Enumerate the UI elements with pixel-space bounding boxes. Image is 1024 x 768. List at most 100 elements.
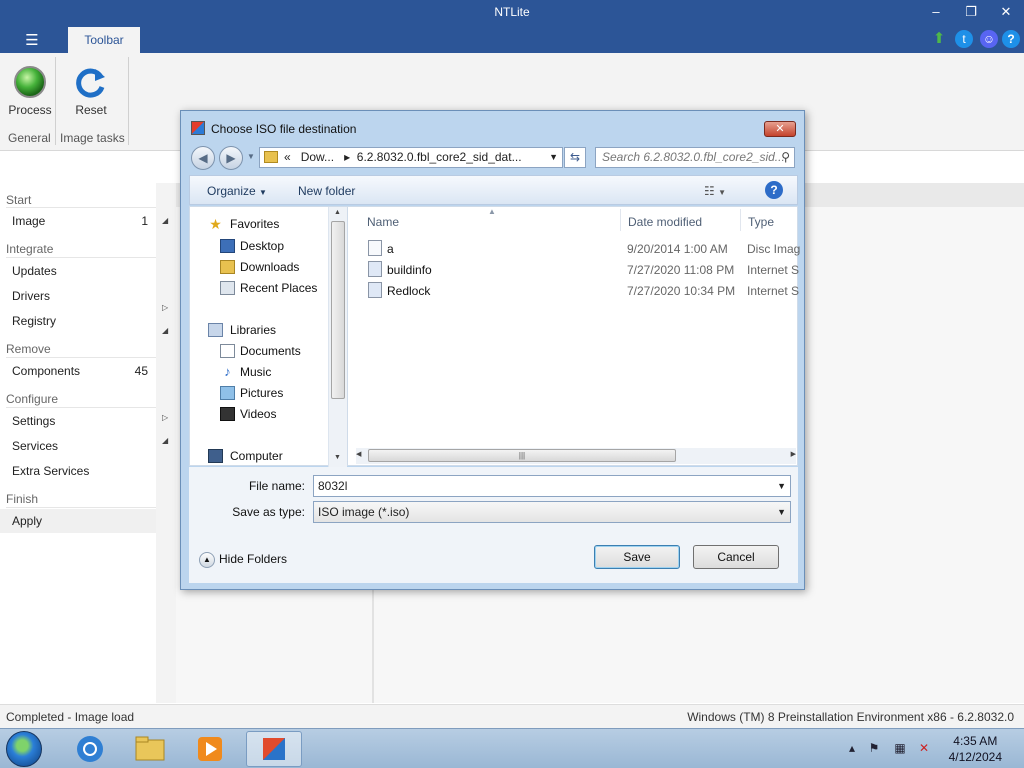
breadcrumb-overflow[interactable]: « bbox=[284, 150, 291, 164]
file-name-input[interactable]: 8032l ▼ bbox=[313, 475, 791, 497]
volume-muted-icon[interactable]: ✕ bbox=[916, 741, 932, 757]
minimize-button[interactable]: – bbox=[921, 2, 951, 22]
start-button[interactable] bbox=[6, 731, 42, 767]
image-info-text: Windows (TM) 8 Preinstallation Environme… bbox=[687, 710, 1014, 724]
process-button[interactable]: Process bbox=[0, 59, 60, 117]
file-row[interactable]: buildinfo 7/27/2020 11:08 PM Internet S bbox=[348, 259, 799, 280]
sidebar-item-settings[interactable]: Settings bbox=[0, 409, 156, 433]
nav-label: Music bbox=[240, 365, 272, 379]
sidebar-item-image[interactable]: Image 1 bbox=[0, 209, 156, 233]
scroll-down-icon[interactable]: ▼ bbox=[334, 454, 341, 461]
refresh-button[interactable]: ⇆ bbox=[564, 147, 586, 168]
taskbar-explorer[interactable] bbox=[122, 731, 178, 767]
save-button[interactable]: Save bbox=[594, 545, 680, 569]
network-icon[interactable]: ▦ bbox=[892, 741, 908, 757]
sidebar-item-services[interactable]: Services bbox=[0, 434, 156, 458]
twitter-icon[interactable]: t bbox=[955, 30, 973, 48]
collapse-arrow-icon[interactable]: ◢ bbox=[162, 326, 168, 335]
search-placeholder: Search 6.2.8032.0.fbl_core2_sid... bbox=[602, 150, 785, 164]
scroll-right-icon[interactable]: ▶ bbox=[791, 450, 796, 458]
hide-folders-button[interactable]: ▲ Hide Folders bbox=[199, 552, 287, 568]
close-button[interactable]: ✕ bbox=[991, 2, 1021, 22]
column-date-modified[interactable]: Date modified bbox=[628, 215, 702, 229]
collapse-arrow-icon[interactable]: ◢ bbox=[162, 216, 168, 225]
file-row[interactable]: Redlock 7/27/2020 10:34 PM Internet S bbox=[348, 280, 799, 301]
column-type[interactable]: Type bbox=[748, 215, 774, 229]
sidebar-item-extra-services[interactable]: Extra Services bbox=[0, 459, 156, 483]
recent-locations-icon[interactable]: ▼ bbox=[247, 152, 255, 161]
sidebar-item-label: Apply bbox=[12, 514, 43, 528]
file-date: 7/27/2020 10:34 PM bbox=[627, 284, 736, 298]
search-icon: ⚲ bbox=[781, 150, 790, 164]
ribbon-tab-row: ☰ Toolbar bbox=[0, 26, 1024, 53]
breadcrumb: « Dow... ▸ 6.2.8032.0.fbl_core2_sid_dat.… bbox=[284, 148, 522, 167]
show-hidden-icons-icon[interactable]: ▴ bbox=[844, 741, 860, 757]
sidebar-item-drivers[interactable]: Drivers bbox=[0, 284, 156, 308]
column-divider[interactable] bbox=[740, 209, 741, 231]
scrollbar-thumb[interactable] bbox=[331, 221, 345, 399]
scroll-up-icon[interactable]: ▲ bbox=[334, 209, 341, 216]
hamburger-menu-icon[interactable]: ☰ bbox=[18, 31, 46, 49]
collapse-arrow-icon[interactable]: ◢ bbox=[162, 436, 168, 445]
process-label: Process bbox=[8, 103, 52, 117]
breadcrumb-separator-icon: ▸ bbox=[344, 150, 351, 164]
nav-label: Downloads bbox=[240, 260, 300, 274]
downloads-icon bbox=[220, 260, 235, 274]
dialog-close-button[interactable]: ✕ bbox=[764, 121, 796, 137]
search-input[interactable]: Search 6.2.8032.0.fbl_core2_sid... ⚲ bbox=[595, 147, 795, 168]
nav-scrollbar[interactable]: ▲ ▼ bbox=[328, 207, 347, 467]
scroll-left-icon[interactable]: ◀ bbox=[356, 450, 361, 458]
chevron-down-icon[interactable]: ▼ bbox=[777, 476, 786, 496]
sidebar-item-updates[interactable]: Updates bbox=[0, 259, 156, 283]
chrome-icon bbox=[77, 736, 103, 762]
sidebar-item-components[interactable]: Components 45 bbox=[0, 359, 156, 383]
up-arrow-icon[interactable]: ⬆ bbox=[930, 30, 948, 48]
forward-button[interactable]: ▶ bbox=[219, 146, 243, 170]
taskbar-ntlite[interactable] bbox=[246, 731, 302, 767]
help-icon[interactable]: ? bbox=[1002, 30, 1020, 48]
organize-button[interactable]: Organize ▼ bbox=[207, 184, 267, 198]
breadcrumb-current-folder[interactable]: 6.2.8032.0.fbl_core2_sid_dat... bbox=[357, 150, 522, 164]
title-bar: NTLite – ❐ ✕ bbox=[0, 0, 1024, 26]
restore-button[interactable]: ❐ bbox=[956, 2, 986, 22]
chevron-down-icon[interactable]: ▼ bbox=[549, 148, 558, 167]
taskbar-media-player[interactable] bbox=[182, 731, 238, 767]
breadcrumb-downloads[interactable]: Dow... bbox=[301, 150, 334, 164]
column-name[interactable]: Name bbox=[367, 215, 399, 229]
sidebar-item-label: Image bbox=[12, 214, 46, 228]
address-bar[interactable]: « Dow... ▸ 6.2.8032.0.fbl_core2_sid_dat.… bbox=[259, 147, 563, 168]
new-folder-button[interactable]: New folder bbox=[298, 184, 355, 198]
sidebar-item-registry[interactable]: Registry bbox=[0, 309, 156, 333]
green-orb-icon bbox=[14, 66, 46, 98]
back-button[interactable]: ◀ bbox=[191, 146, 215, 170]
clock[interactable]: 4:35 AM 4/12/2024 bbox=[949, 733, 1002, 765]
expand-arrow-icon[interactable]: ▷ bbox=[162, 413, 168, 422]
nav-favorites[interactable]: ★ Favorites bbox=[190, 215, 328, 235]
sidebar-item-apply[interactable]: Apply bbox=[0, 509, 156, 533]
organize-label: Organize bbox=[207, 184, 256, 198]
horizontal-scrollbar[interactable]: ◀ ||| ▶ bbox=[356, 448, 796, 464]
view-options-icon[interactable]: ☷ ▼ bbox=[704, 184, 726, 198]
sidebar: Start Image 1 Integrate Updates Drivers … bbox=[0, 183, 156, 703]
taskbar-chrome[interactable] bbox=[62, 731, 118, 767]
file-date: 9/20/2014 1:00 AM bbox=[627, 242, 728, 256]
scrollbar-thumb[interactable]: ||| bbox=[368, 449, 676, 462]
reset-button[interactable]: Reset bbox=[61, 59, 121, 117]
file-type: Internet S bbox=[747, 284, 800, 298]
discord-icon[interactable]: ☺ bbox=[980, 30, 998, 48]
videos-icon bbox=[220, 407, 235, 421]
action-center-flag-icon[interactable]: ⚑ bbox=[866, 741, 882, 757]
expand-arrow-icon[interactable]: ▷ bbox=[162, 303, 168, 312]
status-bar: Completed - Image load Windows (TM) 8 Pr… bbox=[0, 704, 1024, 728]
refresh-icon bbox=[76, 68, 105, 98]
column-divider[interactable] bbox=[620, 209, 621, 231]
internet-shortcut-icon bbox=[368, 282, 382, 298]
section-divider bbox=[6, 407, 156, 408]
cancel-button[interactable]: Cancel bbox=[693, 545, 779, 569]
main-splitter[interactable] bbox=[372, 588, 374, 703]
help-icon[interactable]: ? bbox=[765, 181, 783, 199]
file-row[interactable]: a 9/20/2014 1:00 AM Disc Imag bbox=[348, 238, 800, 259]
tab-toolbar[interactable]: Toolbar bbox=[68, 27, 140, 53]
save-as-type-select[interactable]: ISO image (*.iso) ▼ bbox=[313, 501, 791, 523]
nav-label: Pictures bbox=[240, 386, 284, 400]
